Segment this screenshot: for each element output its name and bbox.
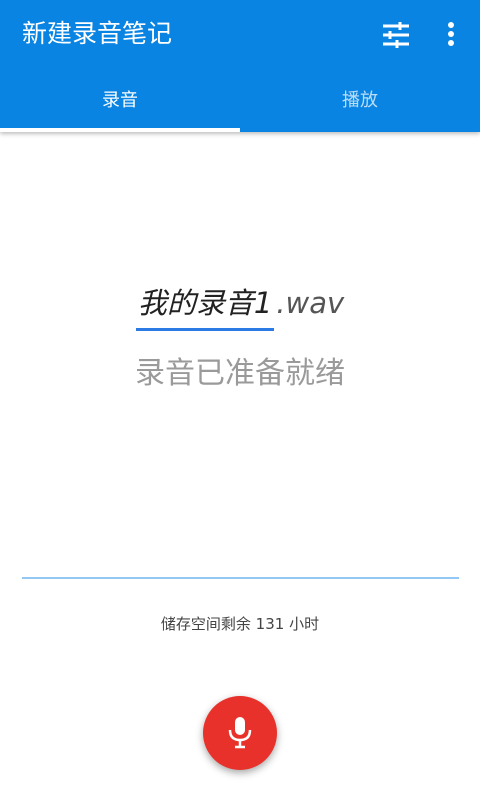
filename-input[interactable]: 我的录音1: [135, 282, 275, 331]
filename-extension: .wav: [276, 286, 345, 320]
app-root: 新建录音笔记 录音 播放 我的录音1 .wav 录音已准备就绪 储存空间剩余 1…: [0, 0, 480, 800]
tune-sliders-icon: [383, 22, 409, 48]
tab-record[interactable]: 录音: [0, 78, 240, 128]
recording-progress-line: [22, 577, 459, 579]
more-options-button[interactable]: [436, 18, 466, 52]
more-vert-icon: [448, 22, 454, 46]
toolbar-title: 新建录音笔记: [22, 19, 173, 48]
app-bar: 新建录音笔记 录音 播放: [0, 0, 480, 132]
settings-tune-button[interactable]: [379, 18, 413, 52]
tab-indicator: [0, 128, 240, 132]
filename-display: 我的录音1 .wav: [0, 282, 480, 331]
recording-status: 录音已准备就绪: [135, 356, 345, 391]
storage-remaining: 储存空间剩余 131 小时: [160, 615, 320, 633]
microphone-icon: [228, 717, 252, 749]
record-button[interactable]: [203, 696, 277, 770]
tab-playback[interactable]: 播放: [240, 78, 480, 128]
